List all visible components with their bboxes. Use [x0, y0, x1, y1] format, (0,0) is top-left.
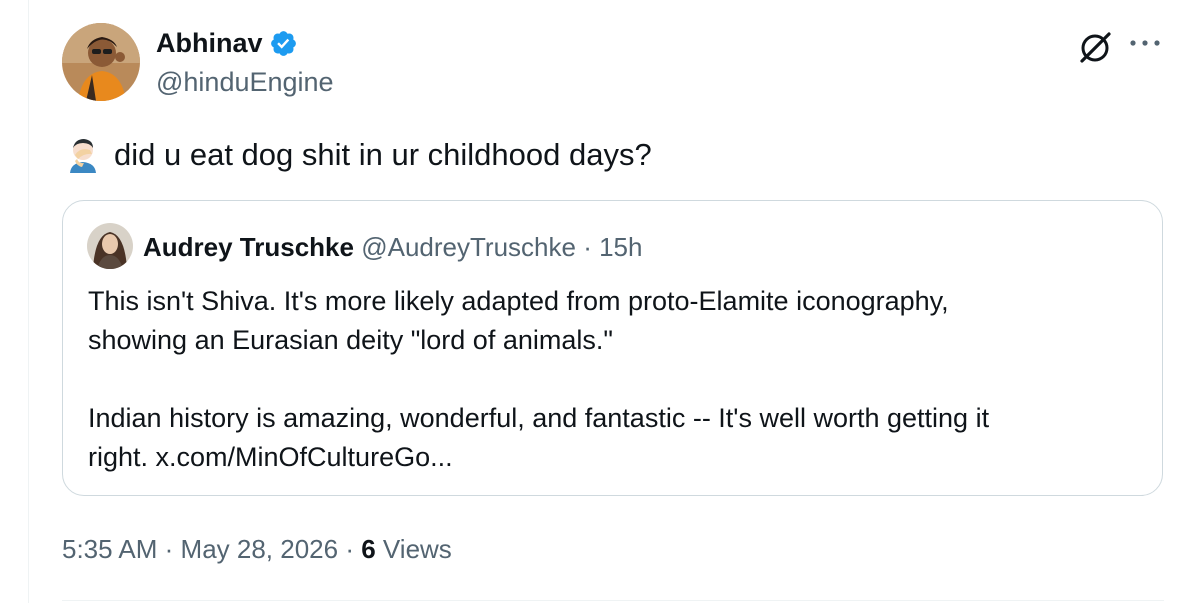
timeline-border: [28, 0, 29, 603]
author-handle[interactable]: @hinduEngine: [156, 65, 334, 99]
quoted-tweet-card[interactable]: Audrey Truschke @AudreyTruschke · 15h Th…: [62, 200, 1163, 496]
tweet-time[interactable]: 5:35 AM: [62, 534, 157, 564]
grok-icon[interactable]: [1076, 28, 1114, 66]
meta-separator: ·: [164, 534, 181, 564]
quoted-tweet-text: This isn't Shiva. It's more likely adapt…: [88, 282, 1138, 477]
quoted-header: Audrey Truschke @AudreyTruschke · 15h: [143, 230, 642, 264]
views-count: 6: [361, 534, 376, 564]
quoted-line: Indian history is amazing, wonderful, an…: [88, 403, 990, 433]
tweet-date[interactable]: May 28, 2026: [181, 534, 339, 564]
tweet-body: did u eat dog shit in ur childhood days?: [114, 137, 652, 172]
tweet-text: did u eat dog shit in ur childhood days?: [66, 136, 652, 174]
quoted-line-link[interactable]: right. x.com/MinOfCultureGo...: [88, 438, 1138, 477]
quoted-line: showing an Eurasian deity "lord of anima…: [88, 325, 613, 355]
author-name-row[interactable]: Abhinav: [156, 26, 298, 60]
verified-badge-icon: [269, 29, 298, 58]
quoted-timestamp[interactable]: 15h: [599, 232, 642, 262]
quoted-line: This isn't Shiva. It's more likely adapt…: [88, 286, 949, 316]
quoted-author-name[interactable]: Audrey Truschke: [143, 232, 354, 262]
author-avatar[interactable]: [62, 23, 140, 101]
bottom-divider: [62, 600, 1164, 601]
tweet-meta: 5:35 AM · May 28, 2026 · 6 Views: [62, 532, 452, 566]
quoted-author-handle[interactable]: @AudreyTruschke: [361, 232, 576, 262]
quoted-separator: ·: [583, 232, 592, 262]
views-label: Views: [382, 534, 452, 564]
quoted-author-avatar[interactable]: [87, 223, 133, 269]
author-name[interactable]: Abhinav: [156, 26, 263, 60]
facepalm-emoji-icon: [66, 137, 100, 173]
meta-separator: ·: [345, 534, 362, 564]
more-options-icon[interactable]: [1128, 36, 1162, 50]
